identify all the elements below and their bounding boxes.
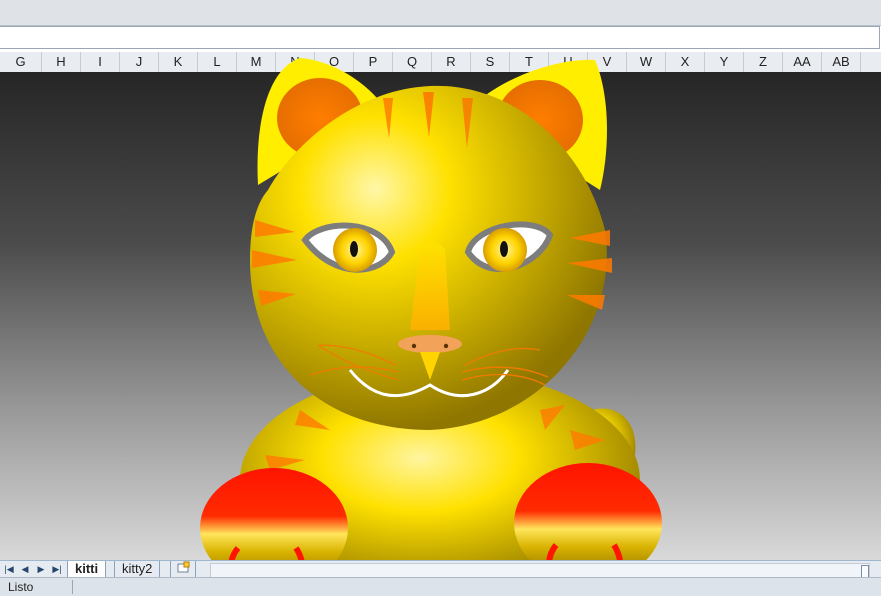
last-sheet-button[interactable]: ▶| xyxy=(50,562,64,577)
status-separator xyxy=(72,580,73,594)
horizontal-scrollbar[interactable] xyxy=(210,563,870,578)
nose xyxy=(398,335,462,353)
next-sheet-button[interactable]: ▶ xyxy=(34,562,48,577)
cat-illustration xyxy=(200,58,662,560)
insert-sheet-icon xyxy=(177,561,190,573)
status-bar: Listo xyxy=(0,577,881,596)
prev-sheet-button[interactable]: ◀ xyxy=(18,562,32,577)
insert-sheet-button[interactable] xyxy=(170,561,196,578)
sheet-tab-kitty2[interactable]: kitty2 xyxy=(114,561,161,578)
sheet-tab-kitti[interactable]: kitti xyxy=(67,561,107,578)
sheet-tabs-bar: |◀ ◀ ▶ ▶| kitti kitty2 xyxy=(0,560,881,578)
first-sheet-button[interactable]: |◀ xyxy=(2,562,16,577)
status-text: Listo xyxy=(8,580,34,594)
